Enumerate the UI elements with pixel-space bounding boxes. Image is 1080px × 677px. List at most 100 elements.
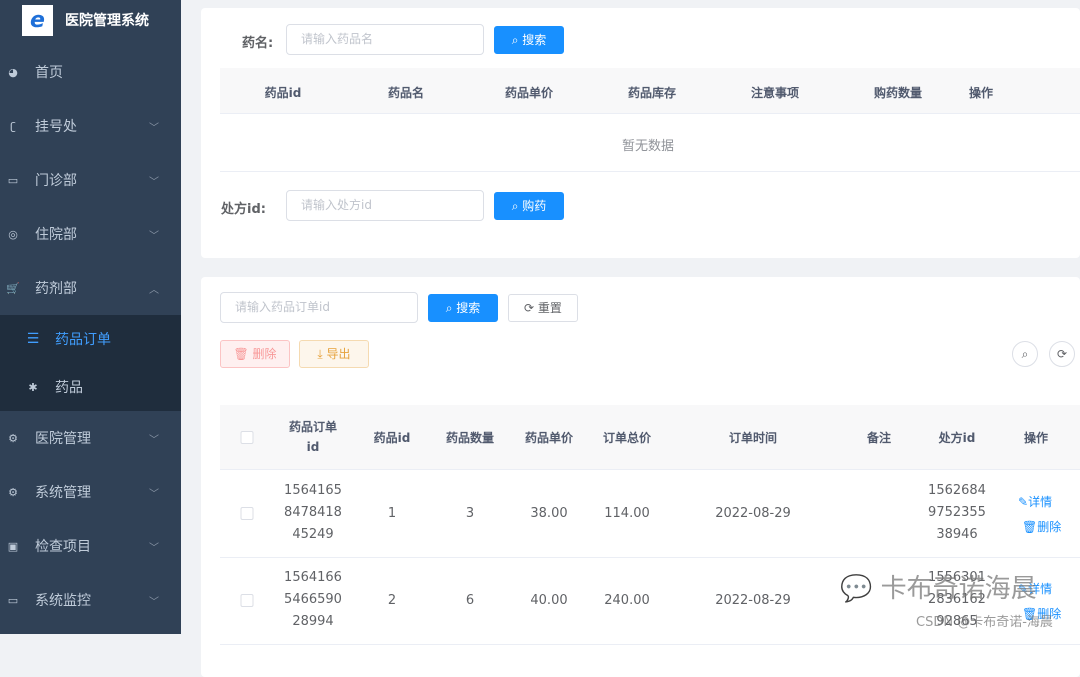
drug-id: 2 [387,593,397,608]
prescription-label: 处方id: [221,202,266,217]
sidebar-item-system-admin[interactable]: ⚙ 系统管理 ﹀ [0,465,181,519]
drug-search-button[interactable]: ⌕ 搜索 [494,26,564,54]
unit-price: 38.00 [530,506,568,521]
sidebar-item-registration[interactable]: ʗ 挂号处 ﹀ [0,99,181,153]
sidebar-item-hospital-admin[interactable]: ⚙ 医院管理 ﹀ [0,411,181,465]
column-header: 药品单价 [524,431,574,445]
dashboard-icon: ◕ [8,65,18,79]
toggle-search-button[interactable]: ⌕ [1012,341,1038,367]
row-checkbox[interactable] [240,594,254,607]
reset-button[interactable]: ⟳ 重置 [508,294,578,322]
unit-price: 40.00 [530,593,568,608]
app-title: 医院管理系统 [65,13,149,29]
order-id-input[interactable]: 请输入药品订单id [220,292,418,323]
button-label: 搜索 [456,301,481,315]
sidebar-item-monitoring[interactable]: ▭ 系统监控 ﹀ [0,573,181,627]
drug-id: 1 [387,506,397,521]
gear-icon: ⚙ [8,431,18,445]
drug-name-label: 药名: [242,36,274,51]
order-time: 2022-08-29 [715,593,791,608]
drug-table-header: 药品id 药品名 药品单价 药品库存 注意事项 购药数量 操作 [220,68,1080,114]
chevron-down-icon: ﹀ [149,542,159,554]
logo[interactable]: e 医院管理系统 [0,0,181,40]
menu-label: 检查项目 [35,539,91,555]
logo-icon: e [22,4,53,36]
buy-drug-button[interactable]: ⌕ 购药 [494,192,564,220]
drug-search-card: 药名: 请输入药品名 ⌕ 搜索 药品id 药品名 药品单价 药品库存 注意事项 … [201,8,1080,258]
refresh-button[interactable]: ⟳ [1049,341,1075,367]
button-label: 搜索 [522,33,547,47]
column-header: 药品单价 [504,86,554,100]
refresh-icon: ⟳ [1056,347,1068,361]
list-icon: ☰ [26,331,40,347]
sidebar-item-drug-orders[interactable]: ☰ 药品订单 [0,315,181,363]
order-id: 1564165 8478418 45249 [284,483,342,542]
export-button[interactable]: ⤓ 导出 [299,340,369,368]
menu-label: 首页 [35,65,63,81]
edit-icon: ✎ [1018,495,1029,509]
watermark: 💬 卡布奇诺海晨 [840,574,1037,604]
order-time: 2022-08-29 [715,506,791,521]
bug-icon: ✱ [28,380,38,394]
trash-icon: 🗑 [233,347,253,361]
chevron-down-icon: ﹀ [149,176,159,188]
sidebar-item-inpatient[interactable]: ◎ 住院部 ﹀ [0,207,181,261]
pharmacy-submenu: ☰ 药品订单 ✱ 药品 [0,315,181,411]
column-header: 药品数量 [445,431,495,445]
order-id: 1564166 5466590 28994 [284,570,342,629]
chevron-down-icon: ﹀ [149,122,159,134]
column-header: 药品id [264,86,302,100]
chevron-up-icon: ︿ [149,284,159,296]
column-header: 操作 [968,86,994,100]
sidebar-item-exams[interactable]: ▣ 检查项目 ﹀ [0,519,181,573]
sidebar-item-pharmacy[interactable]: 🛒 药剂部 ︿ [0,261,181,315]
detail-link[interactable]: ✎详情 [1018,493,1052,510]
column-header: 备注 [866,431,892,445]
column-header: 处方id [938,431,976,445]
sidebar-item-home[interactable]: ◕ 首页 [0,45,181,99]
total-price: 114.00 [604,506,650,521]
gear-icon: ⚙ [8,485,18,499]
delete-link[interactable]: 🗑删除 [1022,518,1061,535]
empty-row: 暂无数据 [220,114,1080,172]
drug-name-input[interactable]: 请输入药品名 [286,24,484,55]
row-checkbox[interactable] [240,507,254,520]
quantity: 3 [465,506,475,521]
monitor-icon: ▭ [7,173,19,187]
menu-label: 门诊部 [35,173,77,189]
prescription-id: 1562684 9752355 38946 [928,483,986,542]
menu-label: 住院部 [35,227,77,243]
sidebar-item-outpatient[interactable]: ▭ 门诊部 ﹀ [0,153,181,207]
cart-icon: 🛒 [6,281,20,295]
menu-label: 系统管理 [35,485,91,501]
column-header: 订单时间 [728,431,778,445]
register-icon: ʗ [10,119,16,133]
chevron-down-icon: ﹀ [149,488,159,500]
search-icon: ⌕ [445,301,457,315]
batch-delete-button[interactable]: 🗑 删除 [220,340,290,368]
column-header: 药品订单id [288,420,337,454]
select-all-checkbox[interactable] [240,431,254,444]
column-header: 订单总价 [602,431,652,445]
menu-label: 药剂部 [35,281,77,297]
search-icon: ⌕ [1021,347,1029,361]
empty-text: 暂无数据 [621,139,675,154]
order-search-button[interactable]: ⌕ 搜索 [428,294,498,322]
chevron-down-icon: ﹀ [149,596,159,608]
menu-label: 挂号处 [35,119,77,135]
quantity: 6 [465,593,475,608]
button-label: 购药 [522,199,547,213]
total-price: 240.00 [604,593,650,608]
column-header: 药品id [373,431,411,445]
sidebar: e 医院管理系统 ◕ 首页 ʗ 挂号处 ﹀ ▭ 门诊部 ﹀ ◎ 住院部 ﹀ 🛒 药剂部 ︿ ☰ 药品… [0,0,181,634]
briefcase-icon: ▣ [7,539,19,553]
button-label: 重置 [537,301,562,315]
menu-label: 药品 [55,380,83,396]
sidebar-item-drugs[interactable]: ✱ 药品 [0,363,181,411]
column-header: 药品库存 [627,86,677,100]
trash-icon: 🗑 [1022,520,1038,534]
chevron-down-icon: ﹀ [149,434,159,446]
search-icon: ⌕ [511,199,523,213]
button-label: 删除 [252,347,277,361]
prescription-input[interactable]: 请输入处方id [286,190,484,221]
